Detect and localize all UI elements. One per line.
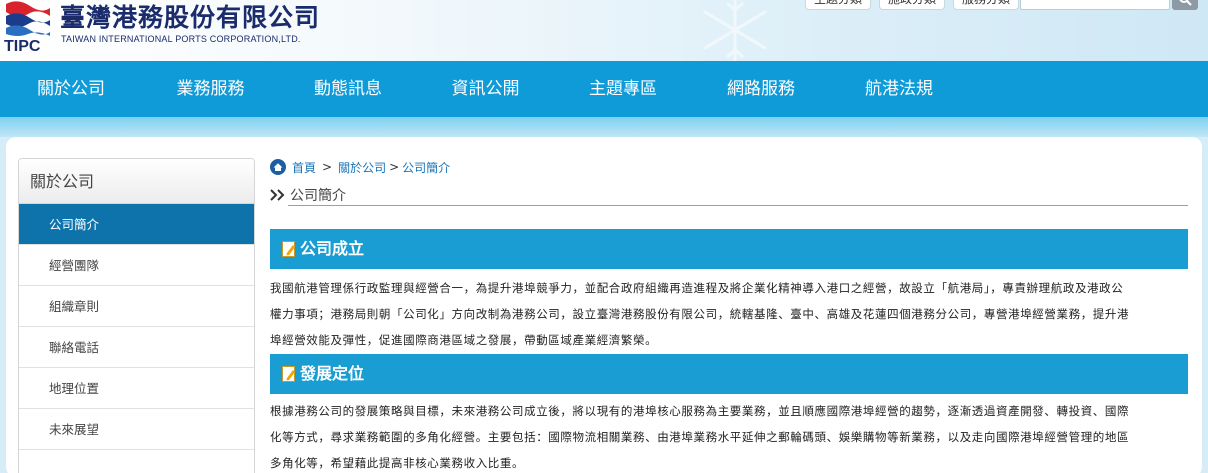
search-input[interactable] (1020, 0, 1170, 10)
nav-information[interactable]: 資訊公開 (417, 61, 554, 117)
site-header: TIPC 臺灣港務股份有限公司 TAIWAN INTERNATIONAL POR… (0, 0, 1208, 61)
topic-category-link[interactable]: 主題分類 (805, 0, 872, 10)
sidebar-item-contact-phone[interactable]: 聯絡電話 (19, 327, 254, 368)
paragraph-line: 多角化等，希望藉此提高非核心業務收入比重。 (270, 456, 525, 470)
policy-category-link[interactable]: 施政分類 (879, 0, 946, 10)
snowflake-decoration-icon (703, 0, 767, 61)
home-icon[interactable] (270, 159, 286, 175)
section-heading-text: 公司成立 (300, 239, 365, 258)
company-name[interactable]: 臺灣港務股份有限公司 (60, 0, 320, 34)
page-title: 公司簡介 (290, 188, 346, 204)
double-chevron-right-icon (270, 189, 285, 201)
sidebar-item-future-outlook[interactable]: 未來展望 (19, 409, 254, 450)
paragraph-line: 權力事項；港務局則朝「公司化」方向改制為港務公司，設立臺灣港務股份有限公司，統轄… (270, 307, 1130, 321)
paragraph-line: 化等方式，尋求業務範圍的多角化經營。主要包括：國際物流相關業務、由港埠業務水平延… (270, 430, 1130, 444)
nav-business[interactable]: 業務服務 (142, 61, 279, 117)
breadcrumb-separator: > (322, 160, 333, 174)
nav-shadow-strip (0, 117, 1208, 137)
section-heading-establishment: 公司成立 (270, 229, 1188, 269)
note-edit-icon (282, 241, 295, 257)
sidebar-item-organization-rules[interactable]: 組織章則 (19, 286, 254, 327)
nav-topics[interactable]: 主題專區 (554, 61, 692, 117)
sidebar-item-company-profile[interactable]: 公司簡介 (19, 204, 254, 245)
paragraph-line: 埠經營效能及彈性，促進國際商港區域之發展，帶動區域產業經濟繁榮。 (270, 333, 658, 347)
logo-mark-text: TIPC (4, 38, 41, 55)
note-edit-icon (282, 366, 295, 382)
breadcrumb: 首頁 > 關於公司 > 公司簡介 (270, 158, 450, 176)
nav-news[interactable]: 動態訊息 (279, 61, 417, 117)
service-category-link[interactable]: 服務分類 (953, 0, 1020, 10)
sidebar-title: 關於公司 (19, 159, 254, 204)
sidebar-item-management-team[interactable]: 經營團隊 (19, 245, 254, 286)
section-heading-positioning: 發展定位 (270, 354, 1188, 394)
section-paragraph-positioning: 根據港務公司的發展策略與目標，未來港務公司成立後，將以現有的港埠核心服務為主要業… (270, 398, 1190, 473)
search-icon (1179, 0, 1192, 6)
section-paragraph-establishment: 我國航港管理係行政監理與經營合一，為提升港埠競爭力，並配合政府組織再造進程及將企… (270, 275, 1190, 353)
breadcrumb-current[interactable]: 公司簡介 (402, 159, 450, 176)
main-nav: 關於公司 業務服務 動態訊息 資訊公開 主題專區 網路服務 航港法規 (0, 61, 1208, 117)
paragraph-line: 根據港務公司的發展策略與目標，未來港務公司成立後，將以現有的港埠核心服務為主要業… (270, 404, 1130, 418)
nav-online-services[interactable]: 網路服務 (692, 61, 830, 117)
top-links: 主題分類 施政分類 服務分類 (805, 0, 1020, 10)
breadcrumb-about[interactable]: 關於公司 (338, 159, 386, 176)
breadcrumb-home[interactable]: 首頁 (292, 159, 316, 176)
page-title-row: 公司簡介 (270, 185, 346, 205)
nav-regulations[interactable]: 航港法規 (830, 61, 968, 117)
sidebar-item-location[interactable]: 地理位置 (19, 368, 254, 409)
nav-about[interactable]: 關於公司 (0, 61, 142, 117)
company-name-en: TAIWAN INTERNATIONAL PORTS CORPORATION,L… (61, 34, 301, 44)
title-divider (288, 205, 1188, 206)
sidebar: 關於公司 公司簡介 經營團隊 組織章則 聯絡電話 地理位置 未來展望 (18, 158, 255, 473)
breadcrumb-separator: > (389, 160, 400, 174)
paragraph-line: 我國航港管理係行政監理與經營合一，為提升港埠競爭力，並配合政府組織再造進程及將企… (270, 281, 1124, 295)
search-button[interactable] (1172, 0, 1198, 10)
section-heading-text: 發展定位 (300, 364, 365, 383)
